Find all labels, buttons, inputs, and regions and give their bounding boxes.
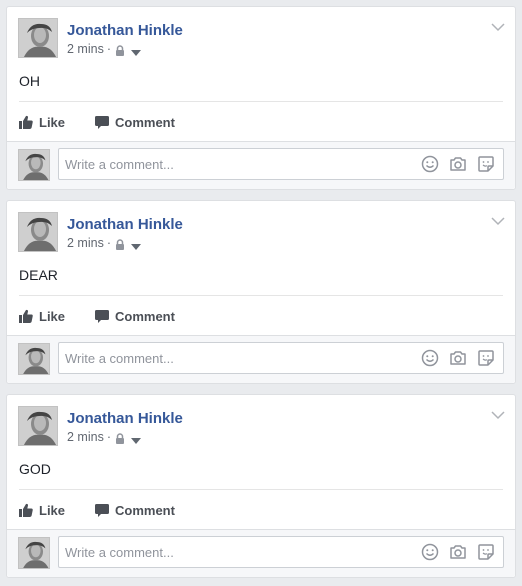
post-meta: 2 mins · (67, 235, 141, 251)
post-meta: 2 mins · (67, 429, 141, 445)
comment-label: Comment (115, 114, 175, 130)
smiley-icon[interactable] (421, 543, 439, 561)
like-button[interactable]: Like (19, 503, 95, 518)
like-label: Like (39, 114, 66, 130)
author-name[interactable]: Jonathan Hinkle (67, 22, 183, 40)
like-button[interactable]: Like (19, 309, 95, 324)
caret-down-icon[interactable] (131, 433, 141, 444)
post-card: Jonathan Hinkle 2 mins · GOD Like Commen… (6, 394, 516, 578)
author-name[interactable]: Jonathan Hinkle (67, 410, 183, 428)
camera-icon[interactable] (449, 543, 467, 561)
comment-input-box (58, 148, 504, 180)
meta-separator: · (106, 42, 111, 56)
post-timestamp[interactable]: 2 mins (67, 41, 104, 57)
chevron-down-icon[interactable] (491, 213, 505, 226)
author-avatar[interactable] (18, 212, 58, 252)
sticker-icon[interactable] (477, 543, 495, 561)
like-label: Like (39, 308, 66, 324)
smiley-icon[interactable] (421, 155, 439, 173)
post-card: Jonathan Hinkle 2 mins · DEAR Like Comme… (6, 200, 516, 384)
lock-icon (115, 432, 125, 444)
comment-input[interactable] (59, 150, 411, 178)
camera-icon[interactable] (449, 349, 467, 367)
news-feed: Jonathan Hinkle 2 mins · OH Like Comment (0, 0, 522, 586)
comment-label: Comment (115, 502, 175, 518)
comment-button[interactable]: Comment (95, 503, 175, 518)
thumbs-up-icon (19, 309, 33, 323)
thumbs-up-icon (19, 115, 33, 129)
post-meta: 2 mins · (67, 41, 141, 57)
lock-icon (115, 44, 125, 56)
post-actions: Like Comment (19, 295, 503, 336)
comment-label: Comment (115, 308, 175, 324)
comment-input[interactable] (59, 344, 411, 372)
sticker-icon[interactable] (477, 349, 495, 367)
post-text: OH (19, 73, 40, 89)
author-avatar[interactable] (18, 18, 58, 58)
chevron-down-icon[interactable] (491, 19, 505, 32)
comment-input[interactable] (59, 538, 411, 566)
viewer-avatar (18, 343, 50, 375)
comment-composer (7, 141, 515, 189)
post-header: Jonathan Hinkle 2 mins · OH Like Comment (7, 7, 515, 141)
post-timestamp[interactable]: 2 mins (67, 429, 104, 445)
camera-icon[interactable] (449, 155, 467, 173)
speech-bubble-icon (95, 310, 109, 323)
comment-input-tools (411, 543, 503, 561)
like-button[interactable]: Like (19, 115, 95, 130)
author-name[interactable]: Jonathan Hinkle (67, 216, 183, 234)
comment-button[interactable]: Comment (95, 309, 175, 324)
post-actions: Like Comment (19, 101, 503, 142)
comment-input-box (58, 536, 504, 568)
post-header: Jonathan Hinkle 2 mins · DEAR Like Comme… (7, 201, 515, 335)
meta-separator: · (106, 430, 111, 444)
comment-button[interactable]: Comment (95, 115, 175, 130)
caret-down-icon[interactable] (131, 239, 141, 250)
chevron-down-icon[interactable] (491, 407, 505, 420)
meta-separator: · (106, 236, 111, 250)
post-text: DEAR (19, 267, 58, 283)
comment-input-tools (411, 349, 503, 367)
speech-bubble-icon (95, 504, 109, 517)
smiley-icon[interactable] (421, 349, 439, 367)
post-text: GOD (19, 461, 51, 477)
comment-composer (7, 529, 515, 577)
post-card: Jonathan Hinkle 2 mins · OH Like Comment (6, 6, 516, 190)
post-header: Jonathan Hinkle 2 mins · GOD Like Commen… (7, 395, 515, 529)
viewer-avatar (18, 537, 50, 569)
comment-input-box (58, 342, 504, 374)
speech-bubble-icon (95, 116, 109, 129)
viewer-avatar (18, 149, 50, 181)
lock-icon (115, 238, 125, 250)
post-timestamp[interactable]: 2 mins (67, 235, 104, 251)
author-avatar[interactable] (18, 406, 58, 446)
caret-down-icon[interactable] (131, 45, 141, 56)
comment-input-tools (411, 155, 503, 173)
thumbs-up-icon (19, 503, 33, 517)
like-label: Like (39, 502, 66, 518)
comment-composer (7, 335, 515, 383)
post-actions: Like Comment (19, 489, 503, 530)
sticker-icon[interactable] (477, 155, 495, 173)
